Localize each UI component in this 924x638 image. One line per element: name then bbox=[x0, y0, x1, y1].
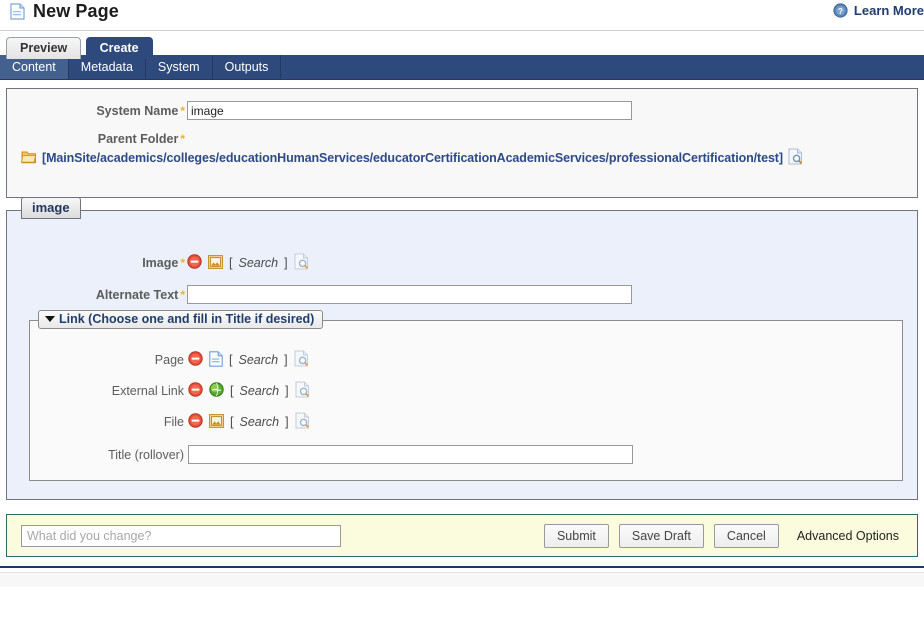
delete-circle-icon[interactable] bbox=[187, 254, 202, 272]
required-star-icon: * bbox=[180, 287, 185, 302]
image-fieldset-legend: image bbox=[21, 197, 81, 219]
title-rollover-input[interactable] bbox=[188, 445, 633, 464]
learn-more-link[interactable]: ? Learn More bbox=[833, 3, 924, 18]
page-file-icon[interactable] bbox=[209, 350, 223, 370]
required-star-icon: * bbox=[180, 132, 185, 146]
search-bracket-open: [ bbox=[229, 256, 233, 270]
image-panel-top-spacer bbox=[7, 217, 917, 253]
main-content: System Name* Parent Folder* [MainSite/ac… bbox=[0, 88, 924, 587]
link-external-label: External Link bbox=[111, 384, 184, 398]
change-comment-input[interactable] bbox=[21, 524, 341, 547]
learn-more-label: Learn More bbox=[853, 3, 924, 18]
link-fieldset-legend[interactable]: Link (Choose one and fill in Title if de… bbox=[38, 310, 324, 329]
page-search-icon[interactable] bbox=[294, 350, 310, 370]
system-name-label: System Name * bbox=[7, 104, 187, 118]
search-bracket-open: [ bbox=[230, 415, 234, 429]
primary-tab-bar: Preview Create bbox=[0, 31, 924, 59]
image-file-icon[interactable] bbox=[209, 413, 224, 431]
search-bracket-close: ] bbox=[285, 384, 289, 398]
parent-folder-path[interactable]: [MainSite/academics/colleges/educationHu… bbox=[42, 151, 783, 165]
page-header: New Page ? Learn More bbox=[0, 0, 924, 31]
link-file-controls: [ Search ] bbox=[188, 412, 311, 432]
link-fieldset-legend-text: Link (Choose one and fill in Title if de… bbox=[59, 312, 315, 326]
search-bracket-close: ] bbox=[284, 353, 288, 367]
page-search-icon[interactable] bbox=[788, 148, 804, 168]
action-buttons: Submit Save Draft Cancel Advanced Option… bbox=[543, 523, 903, 548]
required-star-icon: * bbox=[180, 103, 185, 118]
image-field-row: Image * [ Search] bbox=[7, 253, 917, 273]
folder-icon bbox=[21, 150, 37, 167]
page-search-icon[interactable] bbox=[295, 412, 311, 432]
page-document-icon bbox=[10, 3, 25, 20]
link-file-label: File bbox=[163, 415, 184, 429]
search-bracket-open: [ bbox=[230, 384, 234, 398]
page-title: New Page bbox=[33, 1, 119, 21]
action-bar: Submit Save Draft Cancel Advanced Option… bbox=[6, 514, 918, 557]
search-bracket-open: [ bbox=[229, 353, 233, 367]
delete-circle-icon[interactable] bbox=[188, 382, 203, 400]
footer-strip bbox=[0, 572, 924, 587]
link-row-external: External Link [Search] bbox=[30, 381, 902, 401]
alternate-text-label-text: Alternate Text bbox=[95, 287, 179, 302]
alternate-text-label: Alternate Text * bbox=[7, 288, 187, 302]
parent-folder-label-text: Parent Folder bbox=[97, 132, 179, 146]
image-file-icon[interactable] bbox=[208, 254, 223, 272]
link-page-controls: [ Search ] bbox=[188, 350, 310, 370]
link-page-label: Page bbox=[154, 353, 184, 367]
tab-system[interactable]: System bbox=[146, 55, 213, 79]
tab-preview[interactable]: Preview bbox=[6, 37, 82, 59]
title-rollover-label: Title (rollover) bbox=[108, 447, 184, 462]
footer-divider bbox=[0, 566, 924, 568]
parent-folder-label-row: Parent Folder * bbox=[7, 132, 917, 146]
advanced-options-link[interactable]: Advanced Options bbox=[797, 529, 899, 543]
globe-icon[interactable] bbox=[209, 382, 224, 400]
link-row-title: Title (rollover) bbox=[30, 445, 902, 464]
alternate-text-row: Alternate Text * bbox=[7, 285, 917, 304]
link-file-search-link[interactable]: Search bbox=[239, 415, 279, 429]
chevron-down-icon[interactable] bbox=[45, 316, 55, 322]
image-field-label-text: Image bbox=[142, 256, 179, 270]
link-external-controls: [ Search ] bbox=[188, 381, 311, 401]
svg-text:?: ? bbox=[838, 7, 843, 16]
system-name-label-text: System Name bbox=[96, 103, 179, 118]
search-bracket-close: ] bbox=[284, 256, 288, 270]
submit-button[interactable]: Submit bbox=[543, 523, 609, 548]
image-search-link[interactable]: Search bbox=[238, 256, 278, 270]
link-external-search-link[interactable]: Search bbox=[239, 384, 279, 398]
delete-circle-icon[interactable] bbox=[188, 351, 203, 369]
link-page-search-link[interactable]: Search bbox=[238, 353, 278, 367]
tab-bar-filler bbox=[281, 55, 924, 79]
required-star-icon: * bbox=[180, 256, 185, 270]
save-draft-button[interactable]: Save Draft bbox=[618, 523, 704, 548]
page-search-icon[interactable] bbox=[295, 381, 311, 401]
system-name-row: System Name * bbox=[7, 101, 917, 120]
alternate-text-input[interactable] bbox=[187, 285, 632, 304]
page-search-icon[interactable] bbox=[294, 253, 310, 273]
link-fieldset: Link (Choose one and fill in Title if de… bbox=[29, 310, 903, 481]
image-fieldset-panel: image Image * [Search] Alternate Text … bbox=[6, 197, 918, 500]
page-title-group: New Page bbox=[10, 1, 119, 22]
search-bracket-close: ] bbox=[285, 415, 289, 429]
tab-create[interactable]: Create bbox=[85, 37, 153, 59]
image-field-label: Image * bbox=[7, 256, 187, 270]
delete-circle-icon[interactable] bbox=[188, 413, 203, 431]
link-row-file: File [Search] bbox=[30, 412, 902, 432]
parent-folder-label: Parent Folder * bbox=[7, 132, 187, 146]
tab-outputs[interactable]: Outputs bbox=[213, 55, 282, 79]
parent-folder-path-row: [MainSite/academics/colleges/educationHu… bbox=[7, 148, 917, 168]
system-info-panel: System Name* Parent Folder* [MainSite/ac… bbox=[6, 88, 918, 198]
system-name-input[interactable] bbox=[187, 101, 632, 120]
link-row-page: Page [Search] bbox=[30, 350, 902, 370]
image-field-controls: [ Search ] bbox=[187, 253, 310, 273]
help-question-icon: ? bbox=[833, 3, 848, 18]
cancel-button[interactable]: Cancel bbox=[713, 523, 779, 548]
